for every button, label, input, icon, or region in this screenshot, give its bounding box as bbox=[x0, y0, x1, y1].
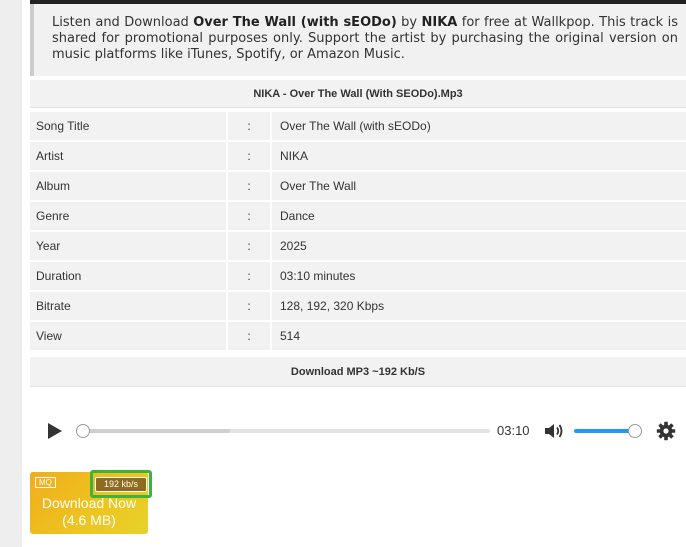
row-separator: : bbox=[228, 202, 272, 230]
left-gutter bbox=[0, 0, 22, 547]
row-key: Year bbox=[30, 232, 228, 260]
row-separator: : bbox=[228, 232, 272, 260]
download-title: Download MP3 ~192 Kb/S bbox=[30, 357, 686, 387]
row-key: Artist bbox=[30, 142, 228, 170]
table-row: Artist : NIKA bbox=[30, 142, 686, 170]
audio-player: 03:10 bbox=[30, 412, 686, 450]
row-value: Dance bbox=[272, 202, 686, 230]
table-row: View : 514 bbox=[30, 322, 686, 350]
row-value: 03:10 minutes bbox=[272, 262, 686, 290]
row-key: View bbox=[30, 322, 228, 350]
row-value: 128, 192, 320 Kbps bbox=[272, 292, 686, 320]
row-key: Genre bbox=[30, 202, 228, 230]
row-separator: : bbox=[228, 172, 272, 200]
gear-icon[interactable] bbox=[656, 421, 676, 441]
volume-handle[interactable] bbox=[628, 424, 642, 438]
file-title: NIKA - Over The Wall (With SEODo).Mp3 bbox=[30, 80, 686, 108]
seek-handle[interactable] bbox=[76, 424, 90, 438]
row-value: 2025 bbox=[272, 232, 686, 260]
row-key: Duration bbox=[30, 262, 228, 290]
intro-artist-name: NIKA bbox=[421, 15, 458, 30]
row-value: Over The Wall (with sEODo) bbox=[272, 112, 686, 140]
time-display: 03:10 bbox=[497, 423, 530, 438]
intro-track-name: Over The Wall (with sEODo) bbox=[193, 15, 397, 30]
row-key: Song Title bbox=[30, 112, 228, 140]
play-icon[interactable] bbox=[46, 422, 62, 440]
download-button-label: Download Now (4.6 MB) bbox=[41, 495, 137, 528]
table-row: Album : Over The Wall bbox=[30, 172, 686, 200]
row-value: Over The Wall bbox=[272, 172, 686, 200]
seek-bar[interactable] bbox=[80, 429, 490, 433]
table-row: Bitrate : 128, 192, 320 Kbps bbox=[30, 292, 686, 320]
song-info-table: Song Title : Over The Wall (with sEODo) … bbox=[30, 110, 686, 352]
quality-badge: MQ bbox=[35, 477, 56, 488]
table-row: Duration : 03:10 minutes bbox=[30, 262, 686, 290]
row-separator: : bbox=[228, 262, 272, 290]
table-row: Year : 2025 bbox=[30, 232, 686, 260]
bitrate-badge: 192 kb/s bbox=[95, 477, 147, 492]
volume-icon[interactable] bbox=[543, 422, 565, 440]
table-row: Song Title : Over The Wall (with sEODo) bbox=[30, 112, 686, 140]
row-value: NIKA bbox=[272, 142, 686, 170]
row-separator: : bbox=[228, 292, 272, 320]
volume-slider[interactable] bbox=[574, 429, 636, 433]
table-row: Genre : Dance bbox=[30, 202, 686, 230]
row-key: Bitrate bbox=[30, 292, 228, 320]
intro-text: Listen and Download Over The Wall (with … bbox=[30, 4, 686, 76]
row-key: Album bbox=[30, 172, 228, 200]
seek-buffer bbox=[80, 429, 230, 433]
row-value: 514 bbox=[272, 322, 686, 350]
content-panel: Listen and Download Over The Wall (with … bbox=[22, 0, 686, 547]
row-separator: : bbox=[228, 142, 272, 170]
row-separator: : bbox=[228, 322, 272, 350]
row-separator: : bbox=[228, 112, 272, 140]
